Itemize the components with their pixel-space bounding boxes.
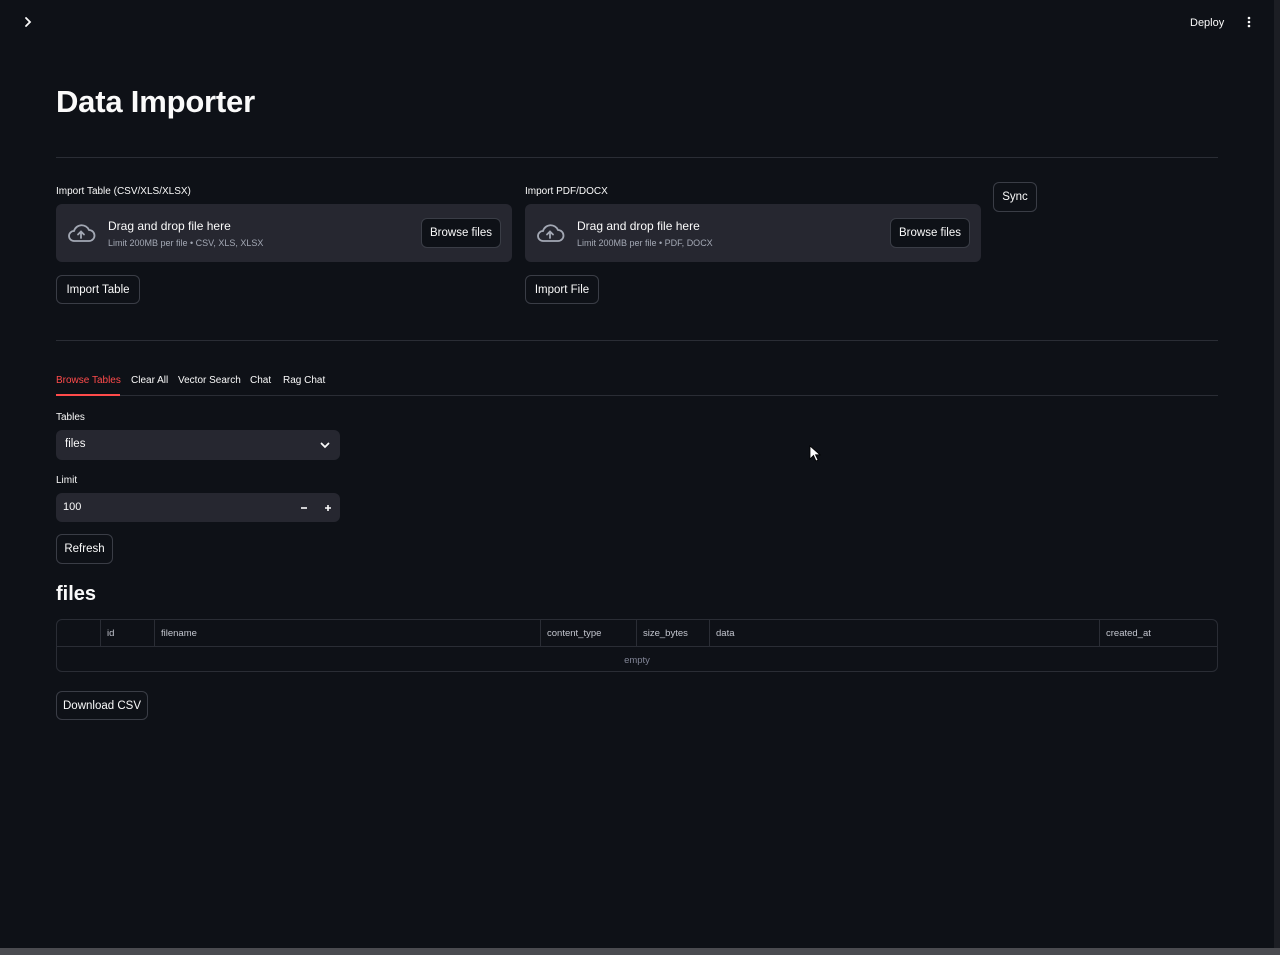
import-file-label: Import PDF/DOCX [525, 186, 608, 197]
browse-files-button[interactable]: Browse files [890, 218, 970, 248]
empty-state: empty [624, 654, 650, 666]
divider [56, 157, 1218, 158]
drop-zone-limit: Limit 200MB per file • CSV, XLS, XLSX [108, 238, 264, 248]
active-tab-indicator [56, 394, 120, 396]
cloud-upload-icon [68, 224, 96, 242]
tab-rag-chat[interactable]: Rag Chat [283, 375, 325, 386]
refresh-button[interactable]: Refresh [56, 534, 113, 564]
tab-bar: Browse Tables Clear All Vector Search Ch… [56, 370, 1218, 397]
sync-button[interactable]: Sync [993, 182, 1037, 212]
import-file-button[interactable]: Import File [525, 275, 599, 304]
table-file-uploader[interactable]: Drag and drop file here Limit 200MB per … [56, 204, 512, 262]
cloud-upload-icon [537, 224, 565, 242]
kebab-menu-icon [1247, 16, 1251, 28]
import-table-label: Import Table (CSV/XLS/XLSX) [56, 186, 191, 197]
table-header: id filename content_type size_bytes data… [57, 620, 1217, 647]
tab-bar-border [56, 395, 1218, 396]
pdf-file-uploader[interactable]: Drag and drop file here Limit 200MB per … [525, 204, 981, 262]
tables-select-value: files [65, 438, 86, 450]
drop-zone-limit: Limit 200MB per file • PDF, DOCX [577, 238, 713, 248]
column-header-filename[interactable]: filename [154, 620, 540, 647]
column-header-content-type[interactable]: content_type [540, 620, 636, 647]
minus-icon [301, 506, 307, 509]
column-header-id[interactable]: id [100, 620, 154, 647]
main-content: Data Importer Import Table (CSV/XLS/XLSX… [56, 0, 1218, 955]
tab-browse-tables[interactable]: Browse Tables [56, 375, 121, 386]
tab-clear-all[interactable]: Clear All [131, 375, 168, 386]
download-csv-button[interactable]: Download CSV [56, 691, 148, 720]
main-menu-button[interactable] [1242, 12, 1256, 32]
column-header-created-at[interactable]: created_at [1099, 620, 1217, 647]
tables-label: Tables [56, 412, 85, 423]
divider [56, 340, 1218, 341]
tables-select[interactable]: files [56, 430, 340, 460]
window-edge [1274, 0, 1280, 955]
tab-vector-search[interactable]: Vector Search [178, 375, 241, 386]
browse-files-button[interactable]: Browse files [421, 218, 501, 248]
chevron-down-icon [320, 442, 330, 449]
chevron-right-icon [25, 17, 32, 27]
drop-zone-title: Drag and drop file here [108, 219, 231, 233]
column-header-data[interactable]: data [709, 620, 1099, 647]
data-table[interactable]: id filename content_type size_bytes data… [56, 619, 1218, 672]
sidebar-toggle-button[interactable] [18, 12, 38, 32]
limit-stepper[interactable]: 100 [56, 493, 340, 522]
page-title: Data Importer [56, 84, 255, 119]
increment-button[interactable] [316, 493, 340, 522]
section-title: files [56, 583, 97, 605]
mouse-pointer-icon [809, 445, 821, 462]
plus-icon [325, 504, 331, 511]
limit-label: Limit [56, 475, 78, 486]
tab-chat[interactable]: Chat [250, 375, 271, 386]
decrement-button[interactable] [292, 493, 316, 522]
window-bottom-edge [0, 948, 1280, 955]
limit-input[interactable]: 100 [63, 501, 81, 513]
drop-zone-title: Drag and drop file here [577, 219, 700, 233]
column-header-size-bytes[interactable]: size_bytes [636, 620, 709, 647]
import-table-button[interactable]: Import Table [56, 275, 140, 304]
